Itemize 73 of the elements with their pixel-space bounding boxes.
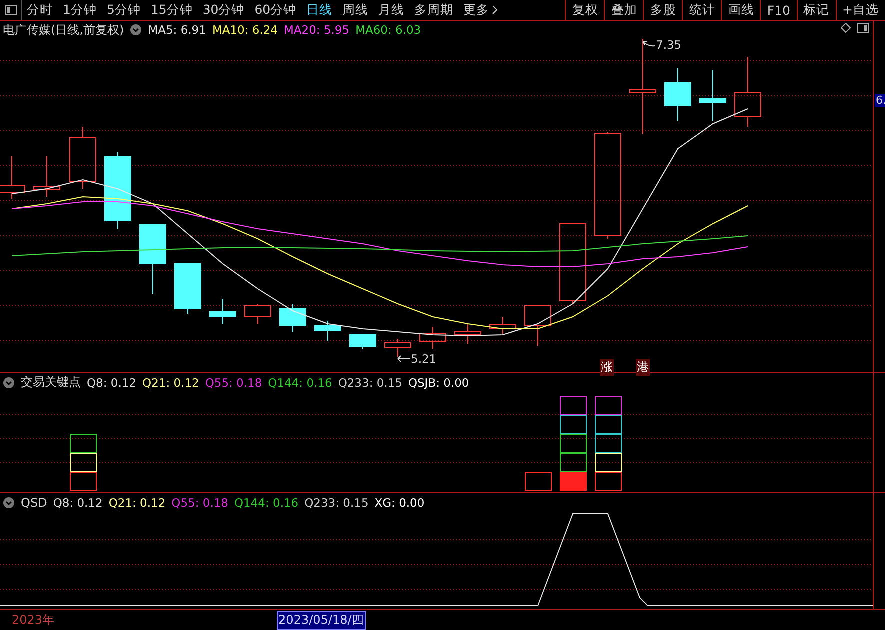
toolbar-button[interactable]: 标记 [796, 0, 836, 20]
indicator-value: Q55: 0.18 [172, 496, 228, 510]
collapse-icon[interactable] [130, 24, 142, 36]
indicator-value: Q21: 0.12 [108, 496, 166, 510]
signal-marker: 涨 [600, 359, 614, 376]
candlestick [420, 326, 446, 350]
candlestick [174, 264, 202, 315]
candlestick [524, 306, 552, 347]
year-label: 2023年 [12, 612, 55, 629]
period-tab[interactable]: 分时 [22, 0, 58, 20]
price-axis-label: 6. [875, 94, 885, 108]
period-tab[interactable]: 5分钟 [102, 0, 146, 20]
period-tab[interactable]: 15分钟 [146, 0, 198, 20]
indicator-value: Q144: 0.16 [268, 376, 332, 390]
toolbar-button[interactable]: F10 [760, 0, 797, 20]
toolbar-button[interactable]: 画线 [721, 0, 760, 20]
low-price-label: 5.21 [411, 352, 437, 366]
candlestick [280, 304, 306, 333]
period-tab[interactable]: 30分钟 [198, 0, 250, 20]
candlestick [700, 70, 726, 122]
candlestick [0, 156, 26, 200]
indicator-value: MA10: 6.24 [212, 23, 278, 38]
signal-bar [70, 434, 97, 492]
candlestick [314, 320, 342, 342]
indicator-value: MA60: 6.03 [356, 23, 422, 38]
high-price-label: 7.35 [656, 38, 682, 52]
indicator-value: MA5: 6.91 [148, 23, 206, 38]
collapse-icon[interactable] [3, 496, 15, 509]
candlestick [140, 224, 166, 295]
candlestick [34, 156, 60, 198]
toolbar-button[interactable]: 复权 [565, 0, 604, 20]
candlestick [490, 316, 516, 335]
candlestick [664, 68, 692, 122]
candlestick [350, 334, 376, 350]
candlestick [210, 298, 236, 325]
indicator-value: Q55: 0.18 [205, 376, 262, 390]
arrow-icon [642, 41, 656, 50]
indicator-value: QSJB: 0.00 [408, 376, 470, 390]
indicator-value: Q8: 0.12 [53, 496, 103, 510]
period-tab[interactable]: 周线 [338, 0, 374, 20]
indicator-title: QSD [21, 496, 48, 510]
arrow-icon [397, 355, 411, 364]
signal-marker: 港 [636, 359, 650, 376]
indicator-value: Q21: 0.12 [142, 376, 200, 390]
panel-toggle-icon[interactable] [857, 23, 869, 34]
period-tab[interactable]: 多周期 [410, 0, 459, 20]
period-tab[interactable]: 1分钟 [58, 0, 102, 20]
period-tab[interactable]: 日线 [302, 0, 338, 20]
indicator-value: Q144: 0.16 [234, 496, 299, 510]
chevron-right-icon [492, 5, 498, 16]
candlestick [454, 324, 482, 345]
indicator-title: 交易关键点 [21, 374, 81, 392]
indicator-value: XG: 0.00 [374, 496, 425, 510]
toolbar-button[interactable]: 多股 [643, 0, 682, 20]
toolbar-button[interactable]: 统计 [682, 0, 722, 20]
indicator-value: MA20: 5.95 [284, 23, 350, 38]
toolbar-button[interactable]: +自选 [836, 0, 885, 20]
indicator-value: Q8: 0.12 [87, 376, 137, 390]
collapse-icon[interactable] [3, 376, 15, 389]
candlestick [384, 338, 412, 358]
period-tab[interactable]: 更多 [458, 0, 503, 20]
indicator-value: Q233: 0.15 [338, 376, 402, 390]
chart-title: 电广传媒(日线,前复权) [3, 22, 124, 39]
period-tab[interactable]: 月线 [374, 0, 410, 20]
candlestick [244, 304, 272, 325]
period-tab[interactable]: 60分钟 [250, 0, 302, 20]
candlestick [70, 126, 96, 190]
signal-bar [525, 472, 552, 492]
diamond-icon[interactable] [841, 23, 851, 34]
cursor-date-label: 2023/05/18/四 [276, 610, 366, 630]
candlestick [734, 56, 762, 128]
indicator-value: Q233: 0.15 [304, 496, 369, 510]
toolbar-button[interactable]: 叠加 [604, 0, 644, 20]
